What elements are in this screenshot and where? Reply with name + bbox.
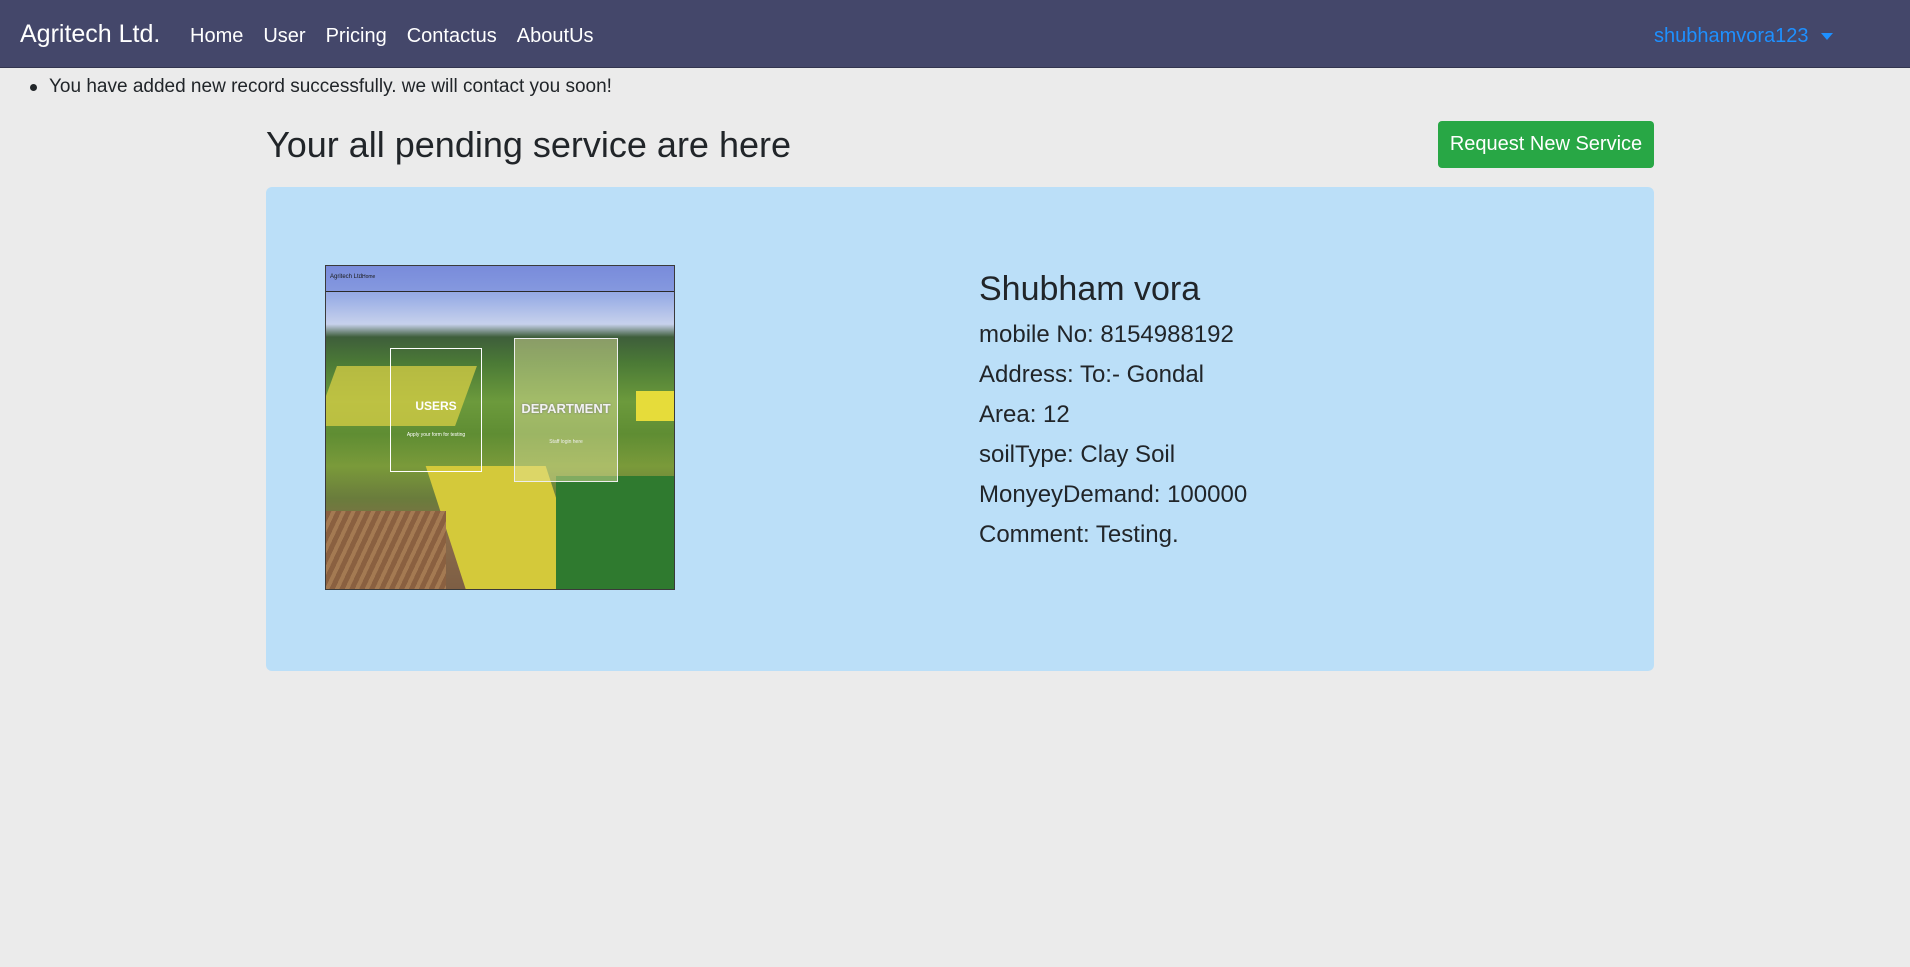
thumb-navbar: Agritech Ltd. Home [326,266,674,292]
money-demand: MonyeyDemand: 100000 [979,481,1248,508]
thumb-users-box: USERS Apply your form for testing [390,348,482,472]
thumb-brand: Agritech Ltd. [330,274,364,280]
user-dropdown[interactable]: shubhamvora123 [1654,22,1833,50]
user-name[interactable]: shubhamvora123 [1654,22,1809,50]
navbar: Agritech Ltd. Home User Pricing Contactu… [0,0,1910,68]
thumb-department-title: DEPARTMENT [521,401,611,416]
customer-name: Shubham vora [979,270,1201,308]
thumb-field [556,476,674,589]
service-details: Shubham vora mobile No: 8154988192 Addre… [979,267,1247,555]
flash-message: You have added new record successfully. … [30,74,612,100]
page-title: Your all pending service are here [266,124,792,165]
soil-type: soilType: Clay Soil [979,441,1176,468]
nav-link-user[interactable]: User [263,22,305,50]
service-card: Agritech Ltd. Home USERS Apply your form… [266,187,1654,671]
brand-logo[interactable]: Agritech Ltd. [20,18,160,50]
comment: Comment: Testing. [979,521,1179,548]
nav-link-aboutus[interactable]: AboutUs [517,22,594,50]
thumb-department-subtitle: Staff login here [549,439,583,445]
area: Area: 12 [979,401,1070,428]
request-new-service-button[interactable]: Request New Service [1438,121,1654,168]
nav-link-home[interactable]: Home [190,22,243,50]
nav-link-contactus[interactable]: Contactus [407,22,497,50]
thumb-users-subtitle: Apply your form for testing [406,432,466,438]
thumb-field [636,391,674,421]
service-thumbnail-image: Agritech Ltd. Home USERS Apply your form… [325,265,675,590]
address: Address: To:- Gondal [979,361,1205,388]
nav-links: Home User Pricing Contactus AboutUs [190,22,614,50]
thumb-nav-home: Home [362,274,376,280]
mobile-number: mobile No: 8154988192 [979,321,1234,348]
thumb-users-title: USERS [415,399,457,413]
caret-down-icon[interactable] [1820,32,1833,40]
bullet-icon [30,83,37,91]
thumb-department-box: DEPARTMENT Staff login here [514,338,618,482]
thumb-field [326,511,446,589]
flash-message-text: You have added new record successfully. … [49,76,612,97]
nav-link-pricing[interactable]: Pricing [326,22,387,50]
